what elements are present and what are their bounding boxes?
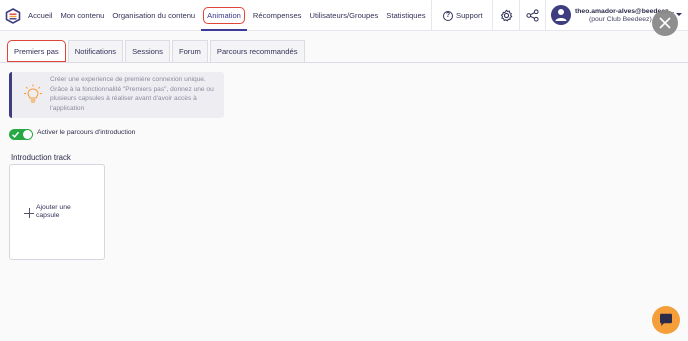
close-icon (659, 17, 671, 29)
lightbulb-icon (24, 84, 42, 103)
plus-icon (24, 208, 34, 218)
close-button[interactable] (652, 10, 678, 36)
intro-toggle[interactable] (9, 129, 33, 140)
chat-button[interactable] (652, 306, 680, 334)
nav-divider (545, 0, 546, 31)
nav-item-utilisateurs-groupes[interactable]: Utilisateurs/Groupes (305, 0, 382, 31)
intro-toggle-label: Activer le parcours d'introduction (37, 129, 136, 136)
add-capsule-card[interactable]: Ajouter une capsule (9, 164, 105, 260)
top-navigation-bar: Accueil Mon contenu Organisation du cont… (0, 0, 688, 31)
tabs-divider (0, 62, 688, 63)
nav-item-recompenses[interactable]: Récompenses (249, 0, 306, 31)
nav-divider (431, 0, 432, 31)
nav-item-accueil[interactable]: Accueil (24, 0, 56, 31)
info-text: Créer une experience de première connexi… (50, 76, 214, 112)
check-icon (12, 131, 19, 138)
nav-item-animation[interactable]: Animation (199, 0, 249, 31)
tab-sessions[interactable]: Sessions (125, 40, 170, 62)
user-icon (555, 9, 567, 21)
support-button[interactable]: ? Support (443, 0, 483, 31)
help-circle-icon: ? (443, 10, 453, 21)
tab-parcours-recommandes[interactable]: Parcours recommandés (209, 40, 305, 62)
track-title: Introduction track (11, 153, 71, 162)
chevron-down-icon[interactable] (676, 13, 682, 16)
nav-item-organisation-du-contenu[interactable]: Organisation du contenu (108, 0, 199, 31)
chat-bubble-icon (660, 313, 672, 326)
tab-forum[interactable]: Forum (171, 40, 208, 62)
main-nav: Accueil Mon contenu Organisation du cont… (24, 0, 430, 31)
nav-item-statistiques[interactable]: Statistiques (382, 0, 429, 31)
tab-premiers-pas[interactable]: Premiers pas (7, 40, 66, 62)
gear-icon[interactable] (500, 9, 513, 22)
tab-notifications[interactable]: Notifications (67, 40, 124, 62)
animation-tabs: Premiers pas Notifications Sessions Foru… (7, 39, 307, 62)
info-banner: Créer une experience de première connexi… (9, 72, 224, 118)
add-capsule-label: Ajouter une capsule (36, 204, 71, 219)
avatar[interactable] (551, 5, 571, 25)
beedeez-logo-icon[interactable] (5, 8, 21, 24)
nav-divider (519, 0, 520, 31)
nav-divider (492, 0, 493, 31)
nav-item-mon-contenu[interactable]: Mon contenu (56, 0, 108, 31)
share-icon[interactable] (526, 9, 539, 22)
toggle-knob (23, 130, 32, 139)
